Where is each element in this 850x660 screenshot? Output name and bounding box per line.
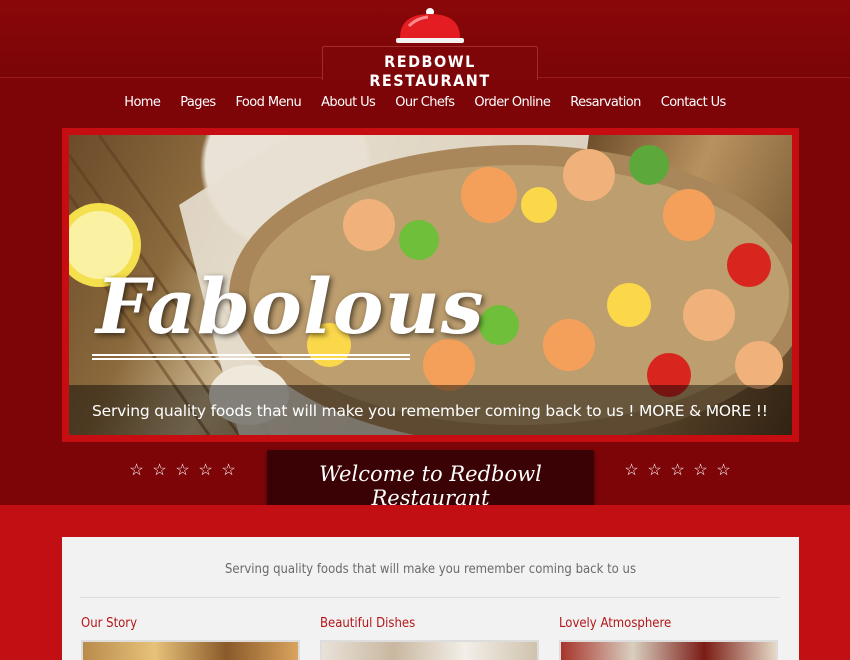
cloche-logo-icon[interactable] (395, 6, 465, 46)
content-tagline: Serving quality foods that will make you… (224, 562, 637, 577)
nav-pages[interactable]: Pages (170, 92, 225, 116)
thumb-lovely-atmosphere[interactable] (559, 640, 778, 660)
thumb-our-story[interactable] (81, 640, 300, 660)
star-icon: ☆ (716, 462, 731, 479)
hero-title: Fabolous (96, 262, 485, 351)
main-nav: Home Pages Food Menu About Us Our Chefs … (0, 92, 850, 116)
column-title-our-story[interactable]: Our Story (81, 616, 137, 631)
star-icon: ☆ (221, 462, 236, 479)
star-icon: ☆ (693, 462, 708, 479)
column-title-beautiful-dishes[interactable]: Beautiful Dishes (320, 616, 415, 631)
star-icon: ☆ (129, 462, 144, 479)
nav-home[interactable]: Home (114, 92, 170, 116)
star-icon: ☆ (670, 462, 685, 479)
thumb-beautiful-dishes[interactable] (320, 640, 539, 660)
nav-our-chefs[interactable]: Our Chefs (385, 92, 464, 116)
star-icon: ☆ (198, 462, 213, 479)
nav-contact-us[interactable]: Contact Us (651, 92, 736, 116)
column-title-lovely-atmosphere[interactable]: Lovely Atmosphere (559, 616, 671, 631)
hero-title-underline (92, 354, 410, 360)
star-icon: ☆ (624, 462, 639, 479)
hero-caption: Serving quality foods that will make you… (92, 402, 768, 420)
welcome-title: Welcome to Redbowl Restaurant (319, 462, 542, 510)
content-panel-notch (245, 537, 615, 545)
star-icon: ☆ (175, 462, 190, 479)
star-icon: ☆ (152, 462, 167, 479)
star-icon: ☆ (647, 462, 662, 479)
nav-order-online[interactable]: Order Online (464, 92, 560, 116)
nav-about-us[interactable]: About Us (311, 92, 385, 116)
left-stars: ☆ ☆ ☆ ☆ ☆ (128, 463, 237, 479)
content-divider (80, 597, 780, 598)
nav-reservation[interactable]: Resarvation (560, 92, 651, 116)
nav-food-menu[interactable]: Food Menu (226, 92, 312, 116)
site-brand-name[interactable]: REDBOWL RESTAURANT (322, 52, 538, 90)
right-stars: ☆ ☆ ☆ ☆ ☆ (623, 463, 732, 479)
